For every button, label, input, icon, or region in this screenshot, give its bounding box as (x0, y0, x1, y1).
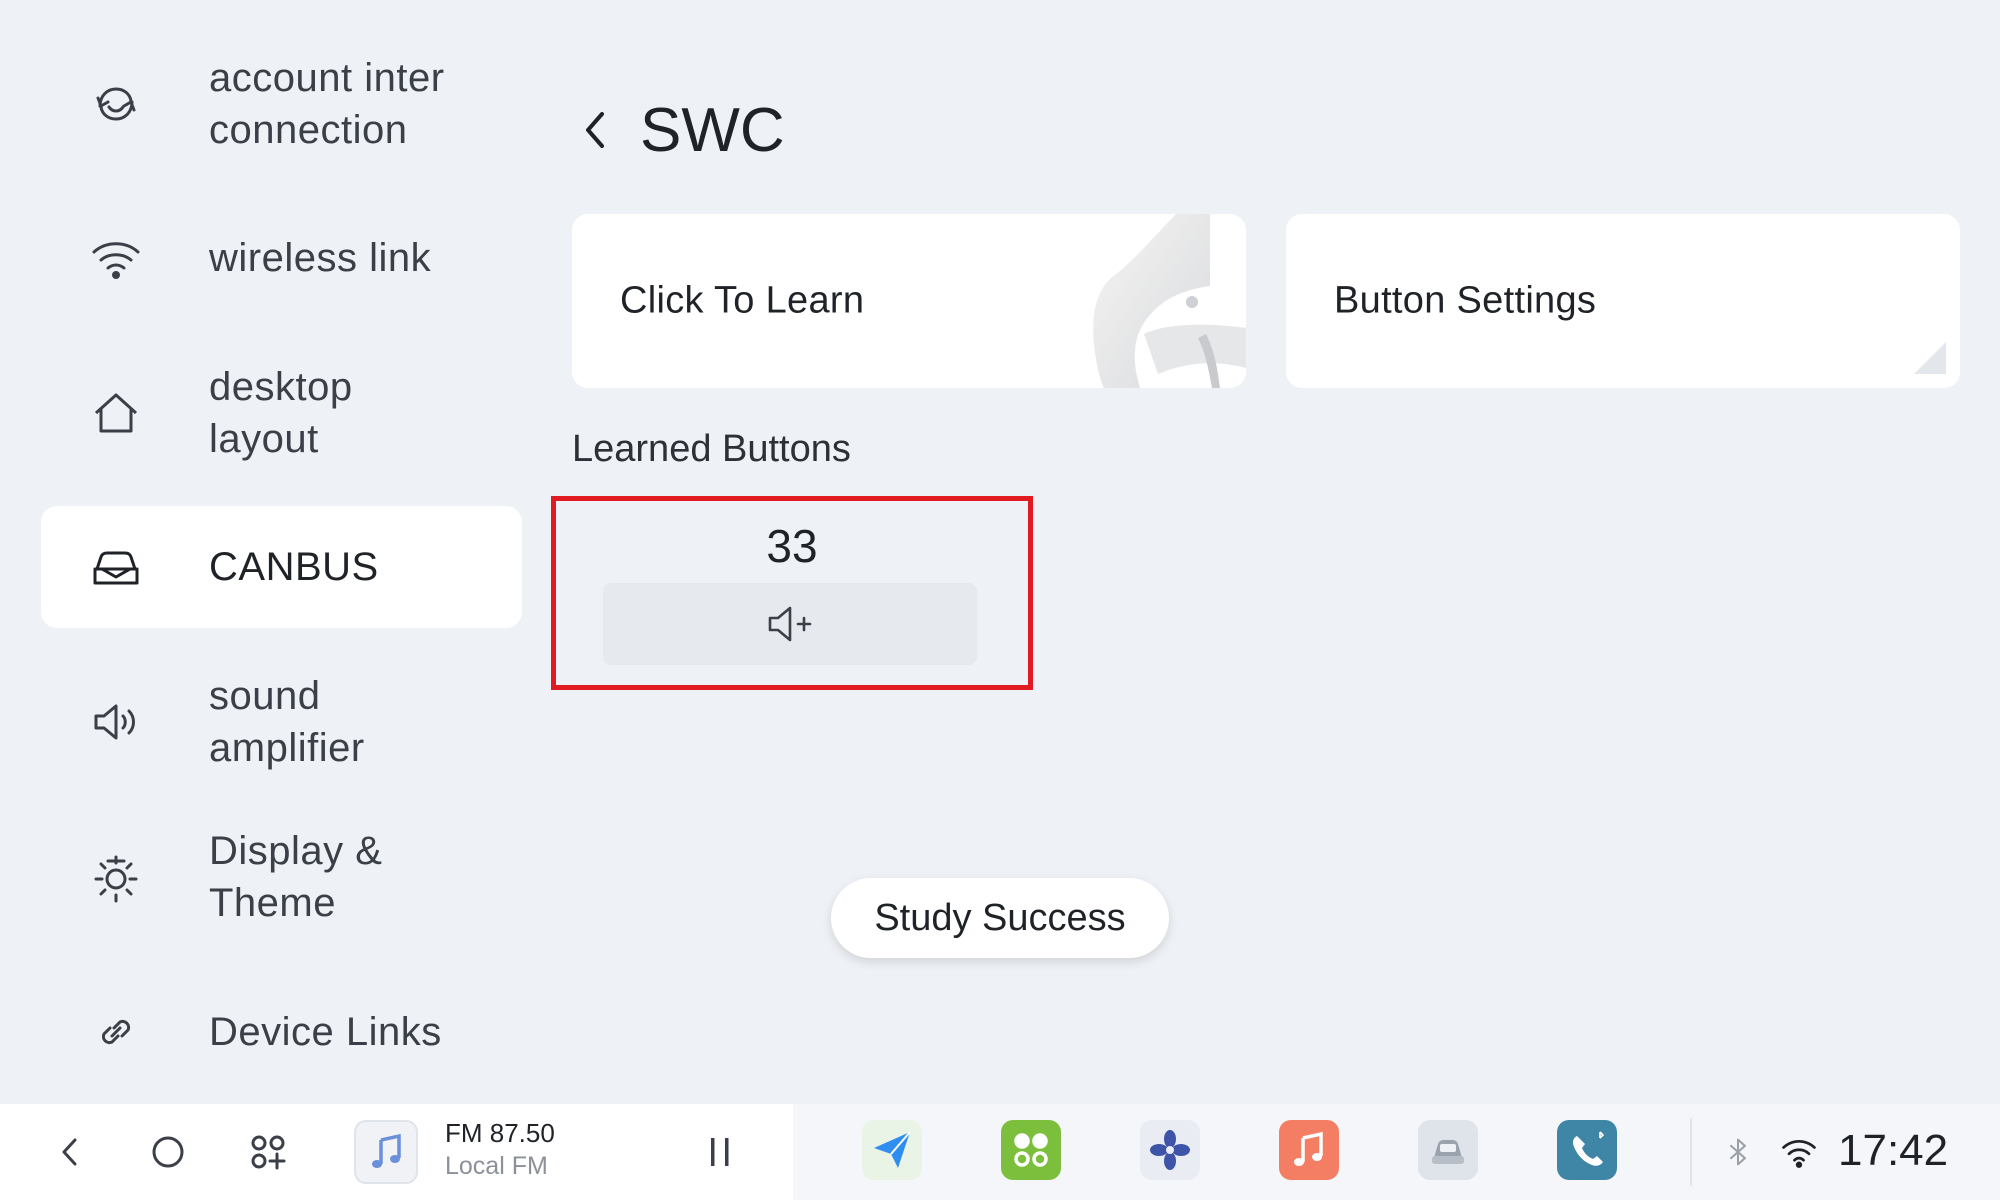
home-icon (88, 385, 144, 441)
radio-source: Local FM (445, 1152, 548, 1180)
chevron-left-icon (586, 112, 604, 148)
bluetooth-icon (1716, 1130, 1760, 1174)
account-connect-icon (88, 76, 144, 132)
taskbar-divider (1690, 1118, 1692, 1186)
taskbar: FM 87.50 Local FM 17:42 (0, 1104, 2000, 1200)
fan-app-icon[interactable] (1140, 1120, 1200, 1180)
brightness-icon (88, 849, 144, 905)
sidebar-item-display-theme[interactable]: Display & Theme (41, 816, 522, 938)
music-thumbnail[interactable] (354, 1120, 418, 1184)
phone-app-icon[interactable] (1557, 1120, 1617, 1180)
radio-frequency: FM 87.50 (445, 1118, 555, 1148)
page-title: SWC (640, 96, 785, 165)
sidebar-item-canbus[interactable]: CANBUS (41, 506, 522, 628)
steering-wheel-illustration (1093, 214, 1246, 388)
chevron-left-icon (62, 1138, 77, 1166)
learned-button-code: 33 (766, 520, 818, 572)
music-note-icon (372, 1133, 401, 1168)
navigation-app-icon[interactable] (862, 1120, 922, 1180)
sidebar-item-label: Display & Theme (209, 829, 383, 925)
wifi-icon (88, 230, 144, 286)
nav-apps-button[interactable] (238, 1122, 298, 1182)
button-settings-card[interactable]: Button Settings (1286, 214, 1960, 388)
sidebar: account inter connection wireless link d… (0, 0, 540, 1104)
corner-triangle-icon (1914, 342, 1946, 374)
sidebar-item-desktop-layout[interactable]: desktop layout (41, 352, 522, 474)
pause-button[interactable] (694, 1126, 746, 1178)
clock: 17:42 (1838, 1126, 1949, 1175)
nav-home-button[interactable] (138, 1122, 198, 1182)
sidebar-item-label: wireless link (209, 236, 432, 280)
apps-grid-app-icon[interactable] (1001, 1120, 1061, 1180)
wifi-status-icon (1777, 1130, 1821, 1174)
car-app-icon[interactable] (1418, 1120, 1478, 1180)
sidebar-item-label: sound amplifier (209, 674, 365, 770)
car-icon (88, 539, 144, 595)
sidebar-item-label: Device Links (209, 1010, 442, 1054)
sidebar-item-label: account inter connection (209, 56, 445, 152)
speaker-icon (88, 694, 144, 750)
app-grid-icon (251, 1135, 286, 1170)
back-button[interactable] (570, 100, 622, 160)
pause-icon (711, 1138, 729, 1166)
learned-buttons-heading: Learned Buttons (572, 428, 851, 470)
sidebar-item-account-connection[interactable]: account inter connection (41, 43, 522, 165)
button-settings-label: Button Settings (1334, 279, 1597, 322)
sidebar-item-sound-amplifier[interactable]: sound amplifier (41, 661, 522, 783)
nav-back-button[interactable] (40, 1122, 100, 1182)
taskbar-media-section: FM 87.50 Local FM (0, 1104, 793, 1200)
link-icon (88, 1004, 144, 1060)
sidebar-item-label: CANBUS (209, 545, 379, 589)
learned-button-item[interactable]: 33 (551, 496, 1033, 690)
study-success-toast: Study Success (831, 878, 1169, 958)
sidebar-item-device-links[interactable]: Device Links (41, 971, 522, 1093)
click-to-learn-card[interactable]: Click To Learn (572, 214, 1246, 388)
learned-button-key[interactable] (603, 583, 977, 665)
sidebar-item-wireless-link[interactable]: wireless link (41, 197, 522, 319)
circle-home-icon (152, 1136, 184, 1168)
sidebar-item-label: desktop layout (209, 365, 353, 461)
music-app-icon[interactable] (1279, 1120, 1339, 1180)
volume-up-icon (768, 606, 812, 642)
click-to-learn-label: Click To Learn (620, 279, 865, 322)
